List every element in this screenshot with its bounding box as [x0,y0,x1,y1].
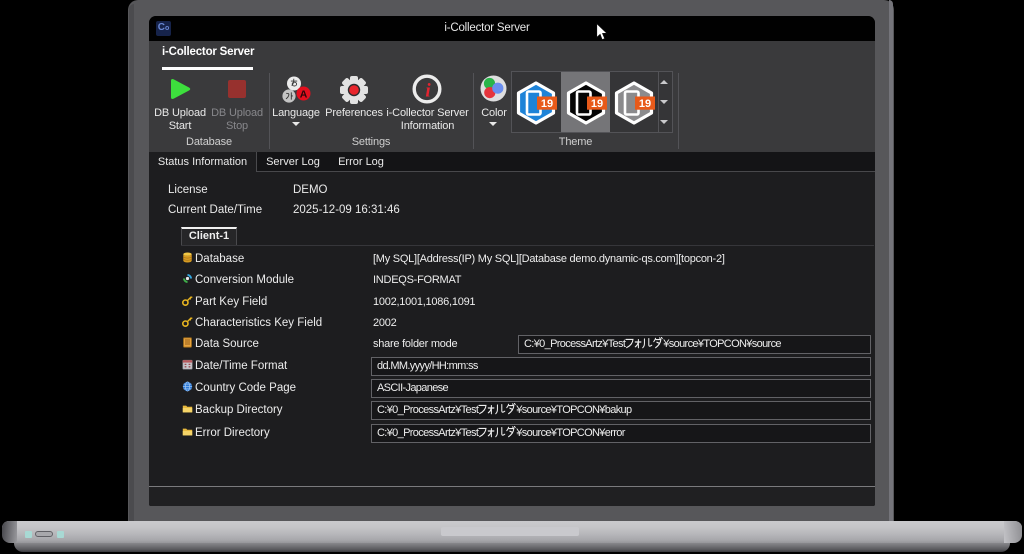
svg-text:A: A [300,89,308,101]
svg-text:19: 19 [590,98,602,110]
svg-text:19: 19 [639,98,651,110]
svg-text:19: 19 [541,98,553,110]
svg-text:i: i [425,81,431,102]
